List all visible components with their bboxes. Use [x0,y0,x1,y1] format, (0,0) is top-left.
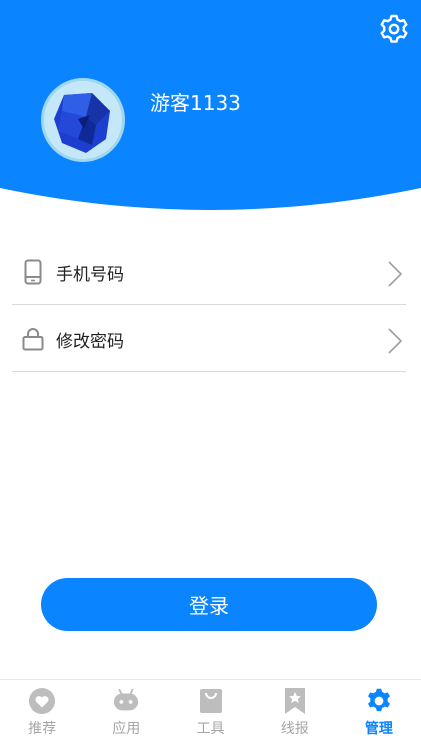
account-menu: 手机号码 修改密码 [12,240,406,374]
tab-label: 推荐 [28,721,57,737]
username: 游客1133 [150,91,241,115]
bottom-tab-bar: 推荐 应用 工具 线报 管理 [0,679,421,738]
login-button[interactable]: 登录 [41,578,377,631]
tab-tools[interactable]: 工具 [168,680,252,738]
tab-label: 管理 [364,721,393,737]
menu-item-phone[interactable]: 手机号码 [12,240,406,305]
tab-tips[interactable]: 线报 [253,680,337,738]
profile-header: 游客1133 [0,0,421,215]
tab-label: 工具 [196,721,225,737]
gamepad-icon [112,687,140,715]
gear-icon [380,14,408,43]
bookmark-icon [281,687,309,715]
tab-manage[interactable]: 管理 [337,680,421,738]
heart-icon [28,687,56,715]
settings-button[interactable] [377,12,411,46]
tab-recommend[interactable]: 推荐 [0,680,84,738]
chevron-right-icon [388,261,403,291]
gear-icon [365,687,393,715]
tab-apps[interactable]: 应用 [84,680,168,738]
tab-label: 应用 [112,721,141,737]
menu-item-change-password[interactable]: 修改密码 [12,307,406,372]
tab-label: 线报 [280,721,309,737]
bag-icon [197,687,225,715]
avatar-image [44,81,122,159]
chevron-right-icon [388,328,403,358]
phone-icon [18,257,48,287]
avatar[interactable] [41,78,125,162]
menu-item-label: 手机号码 [56,264,124,285]
menu-item-label: 修改密码 [56,331,124,352]
lock-icon [18,324,48,354]
